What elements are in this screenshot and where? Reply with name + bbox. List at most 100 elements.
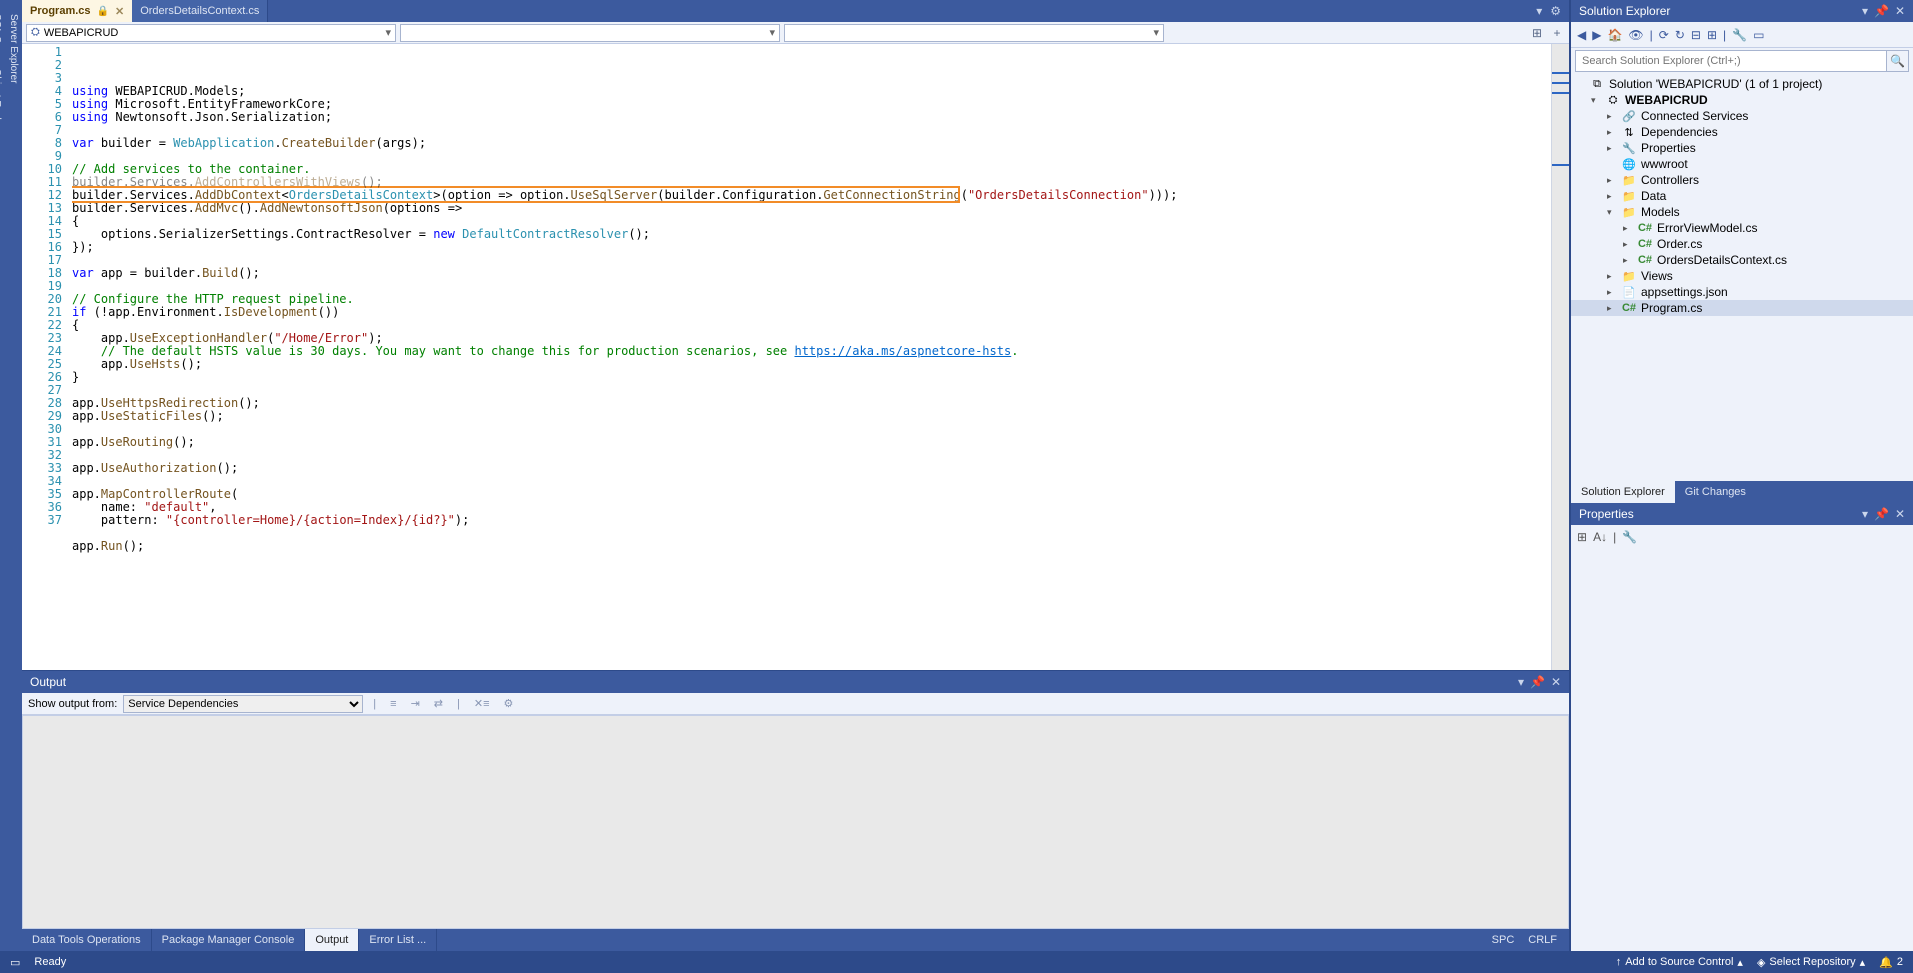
- tree-item[interactable]: ▸C#Program.cs: [1571, 300, 1913, 316]
- tree-item[interactable]: ▸🔗Connected Services: [1571, 108, 1913, 124]
- code-line[interactable]: [72, 527, 1551, 540]
- solution-explorer-search[interactable]: 🔍: [1575, 50, 1909, 72]
- search-icon[interactable]: 🔍: [1886, 51, 1908, 71]
- code-line[interactable]: pattern: "{controller=Home}/{action=Inde…: [72, 514, 1551, 527]
- sql-server-object-explorer-rail[interactable]: SQL Server Object Explorer: [0, 8, 5, 951]
- add-pane-icon[interactable]: +: [1549, 26, 1565, 40]
- vertical-scrollbar[interactable]: [1551, 44, 1569, 670]
- expander-icon[interactable]: ▸: [1607, 143, 1617, 154]
- wrench-icon[interactable]: 🔧: [1622, 530, 1637, 544]
- clear-icon[interactable]: ≡: [386, 698, 400, 710]
- code-line[interactable]: app.UseHttpsRedirection();: [72, 397, 1551, 410]
- code-line[interactable]: app.UseRouting();: [72, 436, 1551, 449]
- indentation-mode[interactable]: SPC: [1492, 934, 1515, 946]
- tree-item[interactable]: ▾📁Models: [1571, 204, 1913, 220]
- tree-item[interactable]: ▸🔧Properties: [1571, 140, 1913, 156]
- code-line[interactable]: builder.Services.AddMvc().AddNewtonsoftJ…: [72, 202, 1551, 215]
- tree-item[interactable]: ▾⛭WEBAPICRUD: [1571, 92, 1913, 108]
- panel-tab[interactable]: Solution Explorer: [1571, 481, 1675, 503]
- code-line[interactable]: [72, 475, 1551, 488]
- close-icon[interactable]: ✕: [1895, 507, 1905, 521]
- tree-item[interactable]: ▸C#ErrorViewModel.cs: [1571, 220, 1913, 236]
- expander-icon[interactable]: ▸: [1607, 271, 1617, 282]
- code-line[interactable]: app.UseAuthorization();: [72, 462, 1551, 475]
- output-source-dropdown[interactable]: Service Dependencies: [123, 695, 363, 713]
- select-repository[interactable]: ◈ Select Repository ▴: [1757, 956, 1865, 969]
- code-line[interactable]: });: [72, 241, 1551, 254]
- expander-icon[interactable]: ▾: [1607, 207, 1617, 218]
- notifications-button[interactable]: 🔔 2: [1879, 956, 1903, 969]
- pending-changes-icon[interactable]: ⟳: [1659, 28, 1669, 42]
- close-icon[interactable]: ✕: [1895, 4, 1905, 18]
- member-dropdown[interactable]: ▾: [784, 24, 1164, 42]
- tree-item[interactable]: ▸C#OrdersDetailsContext.cs: [1571, 252, 1913, 268]
- expander-icon[interactable]: ▸: [1623, 239, 1633, 250]
- expander-icon[interactable]: ▸: [1607, 175, 1617, 186]
- server-explorer-rail[interactable]: Server Explorer: [5, 8, 22, 951]
- code-line[interactable]: }: [72, 371, 1551, 384]
- code-line[interactable]: app.MapControllerRoute(: [72, 488, 1551, 501]
- code-line[interactable]: app.Run();: [72, 540, 1551, 553]
- project-dropdown[interactable]: ⛭ WEBAPICRUD ▾: [26, 24, 396, 42]
- expander-icon[interactable]: ▸: [1623, 223, 1633, 234]
- tab-program-cs[interactable]: Program.cs 🔒 ✕: [22, 0, 132, 22]
- settings-icon[interactable]: ⚙: [500, 697, 518, 710]
- code-line[interactable]: options.SerializerSettings.ContractResol…: [72, 228, 1551, 241]
- properties-icon[interactable]: 🔧: [1732, 28, 1747, 42]
- close-icon[interactable]: ✕: [1551, 675, 1561, 689]
- pin-icon[interactable]: 📌: [1874, 507, 1889, 521]
- add-to-source-control[interactable]: ↑ Add to Source Control ▴: [1616, 956, 1743, 969]
- code-surface[interactable]: using WEBAPICRUD.Models;using Microsoft.…: [72, 44, 1551, 670]
- expander-icon[interactable]: ▸: [1607, 111, 1617, 122]
- forward-icon[interactable]: ▶: [1592, 28, 1601, 42]
- clear-all-icon[interactable]: ✕≡: [470, 697, 494, 710]
- pin-icon[interactable]: 📌: [1530, 675, 1545, 689]
- switch-views-icon[interactable]: 👁: [1628, 28, 1643, 42]
- code-line[interactable]: app.UseHsts();: [72, 358, 1551, 371]
- tree-item[interactable]: ▸📁Data: [1571, 188, 1913, 204]
- gear-icon[interactable]: ⚙: [1550, 4, 1561, 18]
- code-editor[interactable]: 1234567891011121314151617181920212223242…: [22, 44, 1569, 670]
- expander-icon[interactable]: ▸: [1623, 255, 1633, 266]
- code-line[interactable]: [72, 423, 1551, 436]
- home-icon[interactable]: 🏠: [1607, 28, 1622, 42]
- code-line[interactable]: app.UseStaticFiles();: [72, 410, 1551, 423]
- type-dropdown[interactable]: ▾: [400, 24, 780, 42]
- wrap-icon[interactable]: ⇥: [407, 697, 424, 710]
- tool-tab[interactable]: Output: [305, 929, 359, 951]
- close-icon[interactable]: ✕: [115, 5, 124, 18]
- tool-tab[interactable]: Package Manager Console: [152, 929, 306, 951]
- sync-icon[interactable]: ↻: [1675, 28, 1685, 42]
- code-line[interactable]: // The default HSTS value is 30 days. Yo…: [72, 345, 1551, 358]
- code-line[interactable]: using Newtonsoft.Json.Serialization;: [72, 111, 1551, 124]
- tree-item[interactable]: ▸C#Order.cs: [1571, 236, 1913, 252]
- back-icon[interactable]: ◀: [1577, 28, 1586, 42]
- collapse-icon[interactable]: ⊟: [1691, 28, 1701, 42]
- tab-dropdown-icon[interactable]: ▾: [1536, 4, 1542, 18]
- expander-icon[interactable]: ▸: [1607, 303, 1617, 314]
- show-all-icon[interactable]: ⊞: [1707, 28, 1717, 42]
- code-line[interactable]: if (!app.Environment.IsDevelopment()): [72, 306, 1551, 319]
- line-ending-mode[interactable]: CRLF: [1528, 934, 1557, 946]
- code-line[interactable]: var app = builder.Build();: [72, 267, 1551, 280]
- tree-item[interactable]: ⧉Solution 'WEBAPICRUD' (1 of 1 project): [1571, 76, 1913, 92]
- tree-item[interactable]: ▸📁Controllers: [1571, 172, 1913, 188]
- tree-item[interactable]: ▸📁Views: [1571, 268, 1913, 284]
- search-input[interactable]: [1576, 51, 1886, 71]
- toggle-icon[interactable]: ⇄: [430, 697, 447, 710]
- tree-item[interactable]: ▸📄appsettings.json: [1571, 284, 1913, 300]
- code-line[interactable]: builder.Services.AddControllersWithViews…: [72, 176, 1551, 189]
- tree-item[interactable]: 🌐wwwroot: [1571, 156, 1913, 172]
- dropdown-icon[interactable]: ▾: [1862, 507, 1868, 521]
- split-view-icon[interactable]: ⊞: [1529, 26, 1545, 40]
- code-line[interactable]: [72, 449, 1551, 462]
- expander-icon[interactable]: ▸: [1607, 127, 1617, 138]
- solution-tree[interactable]: ⧉Solution 'WEBAPICRUD' (1 of 1 project)▾…: [1571, 74, 1913, 481]
- dropdown-icon[interactable]: ▾: [1862, 4, 1868, 18]
- code-line[interactable]: var builder = WebApplication.CreateBuild…: [72, 137, 1551, 150]
- expander-icon[interactable]: ▸: [1607, 191, 1617, 202]
- code-line[interactable]: [72, 553, 1551, 566]
- output-body[interactable]: [22, 715, 1569, 929]
- panel-tab[interactable]: Git Changes: [1675, 481, 1756, 503]
- tab-ordersdetailscontext-cs[interactable]: OrdersDetailsContext.cs: [132, 0, 268, 22]
